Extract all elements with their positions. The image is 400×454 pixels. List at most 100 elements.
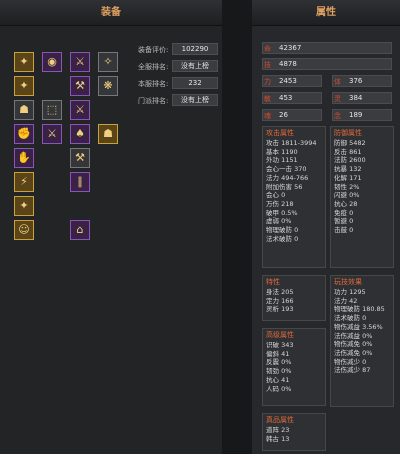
attr-line: 化解 171 [334, 173, 362, 182]
shoulder-icon: ♠ [75, 127, 85, 140]
equip-slot-11[interactable]: ✊ [14, 124, 34, 144]
stat-key: 力 [264, 78, 271, 86]
stat-bar: 敏 453 [262, 92, 322, 104]
belt-icon: ⚡ [20, 175, 28, 188]
attr-line: 物伤减免 0% [334, 340, 373, 349]
panel-divider [222, 0, 252, 454]
equip-slot-10[interactable]: ⚔ [70, 100, 90, 120]
pet-icon: ✧ [103, 55, 113, 68]
attr-line: 物理破防 180.85 [334, 305, 385, 314]
rank-value: 没有上榜 [172, 60, 218, 72]
attribute-header: 属性 [252, 0, 400, 26]
fashion-icon: ☺ [18, 223, 30, 236]
attr-line: 韩古 13 [266, 434, 290, 443]
special-attributes-box: 特性 身法 205 定力 166 灵析 193 [262, 275, 326, 321]
attr-line: 会心一击 370 [266, 165, 307, 174]
equip-slot-2[interactable]: ◉ [42, 52, 62, 72]
attr-line: 攻击 1811-3994 [266, 139, 317, 147]
attr-line: 人码 0% [266, 384, 292, 393]
attr-line: 功力 1295 [334, 288, 366, 296]
stat-bar: 灵 384 [332, 92, 392, 104]
advanced-attributes-box: 高级属性 识破 343 偏斜 41 反震 0% 韧劲 0% 抗心 41 人码 0… [262, 328, 326, 406]
defense-attributes-box: 防御属性 防御 5482 反击 861 法防 2600 抗暴 132 化解 17… [330, 126, 394, 268]
stat-value: 376 [349, 77, 363, 85]
equip-slot-6[interactable]: ⚒ [70, 76, 90, 96]
attr-line: 韧劲 0% [266, 367, 292, 376]
stat-key: 魂 [264, 112, 271, 120]
box-title: 特性 [266, 278, 280, 286]
equip-slot-17[interactable]: ⚡ [14, 172, 34, 192]
attr-line: 暂避 0 [334, 217, 354, 226]
equip-slot-19[interactable]: ✦ [14, 196, 34, 216]
attr-line: 反震 0% [266, 358, 292, 367]
attr-line: 附加伤害 56 [266, 182, 303, 191]
attack-attributes-box: 攻击属性 攻击 1811-3994 基本 1190 外功 1151 会心一击 3… [262, 126, 326, 268]
amulet-icon: ✦ [19, 55, 29, 68]
blade-icon: ⚔ [47, 127, 57, 140]
box-title: 真品属性 [266, 416, 294, 424]
attr-line: 识破 343 [266, 341, 294, 349]
equip-slot-18[interactable]: ∥ [70, 172, 90, 192]
attr-line: 法力 494-766 [266, 173, 309, 182]
attr-line: 击鼓 0 [334, 226, 354, 235]
equip-slot-21[interactable]: ⌂ [70, 220, 90, 240]
cloak-icon: ☗ [19, 103, 29, 116]
equip-slot-13[interactable]: ♠ [70, 124, 90, 144]
gauntlet-icon: ✊ [17, 127, 31, 140]
stat-bar: 念 189 [332, 109, 392, 121]
attr-line: 韧性 2% [334, 182, 360, 191]
equip-slot-1[interactable]: ✦ [14, 52, 34, 72]
equip-slot-14[interactable]: ☗ [98, 124, 118, 144]
box-title: 玩技效果 [334, 278, 362, 286]
stat-key: 体 [334, 78, 341, 86]
stat-bar: 力 2453 [262, 75, 322, 87]
rank-row-sect: 门派排名: 没有上榜 [138, 94, 222, 107]
attr-line: 法伤减少 87 [334, 366, 371, 375]
attr-line: 虚弱 0% [266, 217, 292, 226]
attr-line: 身法 205 [266, 288, 294, 296]
equip-slot-4[interactable]: ✧ [98, 52, 118, 72]
pendant-icon: ✦ [19, 199, 29, 212]
boots-icon: ⌂ [76, 223, 84, 236]
equip-slot-7[interactable]: ❋ [98, 76, 118, 96]
equip-slot-16[interactable]: ⚒ [70, 148, 90, 168]
bar-key: 技 [264, 61, 271, 69]
attr-line: 道阵 23 [266, 426, 290, 434]
stat-value: 2453 [279, 77, 297, 85]
stat-key: 敏 [264, 95, 271, 103]
attr-line: 抗心 41 [266, 375, 290, 384]
attr-line: 法伤减免 0% [334, 348, 373, 357]
attr-line: 抗心 28 [334, 199, 358, 208]
rank-value: 102290 [172, 43, 218, 55]
equip-slot-5[interactable]: ✦ [14, 76, 34, 96]
rank-row-server: 本服排名: 232 [138, 77, 222, 90]
bracer-icon: ⬚ [46, 103, 58, 116]
equipment-panel: 装备 ✦ ◉ ⚔ ✧ ✦ ⚒ ❋ ☗ ⬚ ⚔ ✊ ⚔ ♠ ☗ ✋ ⚒ ⚡ ∥ ✦… [0, 0, 222, 454]
attr-line: 抗暴 132 [334, 165, 362, 174]
attr-line: 外功 1151 [266, 156, 298, 165]
attribute-panel: 属性 命 42367 技 4878 力 2453 体 376 敏 453 灵 3… [252, 0, 400, 454]
attr-line: 法防 2600 [334, 156, 366, 165]
box-title: 攻击属性 [266, 129, 294, 137]
equip-slot-15[interactable]: ✋ [14, 148, 34, 168]
rank-row-score: 装备评价: 102290 [138, 43, 222, 56]
stat-value: 26 [279, 111, 288, 119]
bar-value: 4878 [279, 60, 297, 68]
leggings-icon: ∥ [77, 175, 83, 188]
stat-bar: 体 376 [332, 75, 392, 87]
rank-row-global: 全服排名: 没有上榜 [138, 60, 222, 73]
equip-slot-12[interactable]: ⚔ [42, 124, 62, 144]
sword-icon: ⚔ [75, 103, 85, 116]
stat-value: 453 [279, 94, 293, 102]
equip-slot-8[interactable]: ☗ [14, 100, 34, 120]
wing-icon: ❋ [103, 79, 113, 92]
truth-attributes-box: 真品属性 道阵 23 韩古 13 [262, 413, 326, 451]
rank-label: 全服排名: [138, 63, 169, 71]
armor-icon: ☗ [103, 127, 113, 140]
attr-line: 万伤 218 [266, 199, 294, 208]
equip-slot-3[interactable]: ⚔ [70, 52, 90, 72]
equip-slot-9[interactable]: ⬚ [42, 100, 62, 120]
mp-bar: 技 4878 [262, 58, 392, 70]
bar-value: 42367 [279, 44, 302, 52]
equip-slot-20[interactable]: ☺ [14, 220, 34, 240]
